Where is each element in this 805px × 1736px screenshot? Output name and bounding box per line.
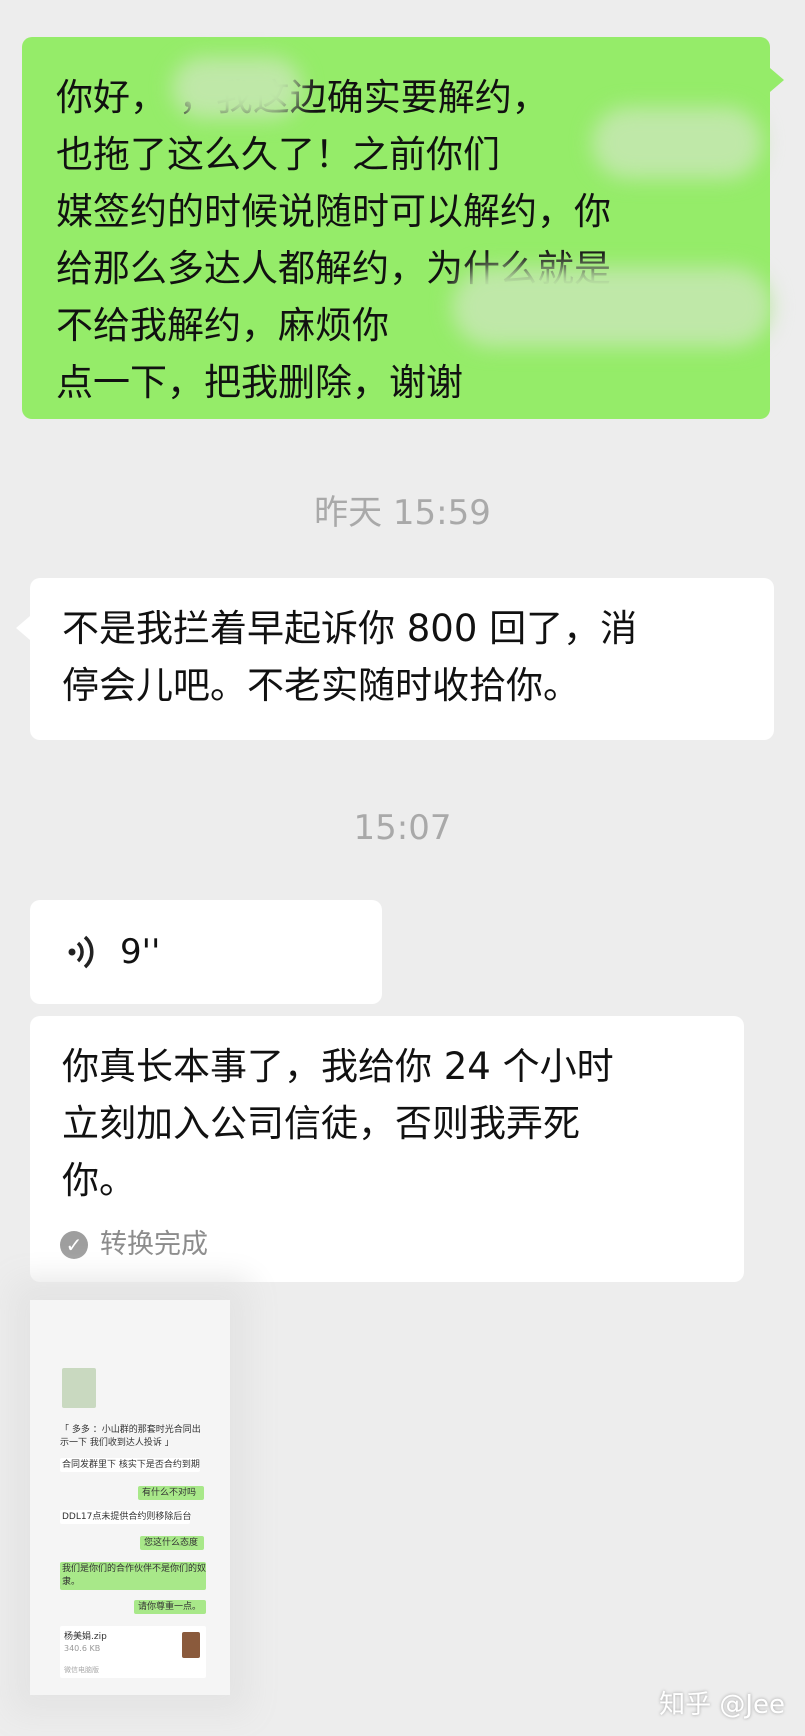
message-line: 你。 <box>62 1159 136 1202</box>
message-line: 媒签约的时候说随时可以解约，你 <box>56 190 611 233</box>
message-line: 立刻加入公司信徒，否则我弄死 <box>62 1102 580 1145</box>
message-line: 停会儿吧。不老实随时收拾你。 <box>62 664 580 707</box>
redaction-blur <box>452 267 772 347</box>
voice-message-bubble[interactable]: 9'' <box>30 900 382 1004</box>
thumb-text: 您这什么态度 <box>144 1538 199 1548</box>
thumb-text: 示一下 我们收到达人投诉 」 <box>60 1438 174 1448</box>
message-line: 点一下，把我删除，谢谢 <box>56 361 463 404</box>
bubble-tail <box>770 68 784 92</box>
redaction-blur <box>172 57 302 119</box>
thumb-file-name: 杨美娟.zip <box>64 1632 107 1642</box>
check-circle-icon: ✓ <box>60 1230 88 1259</box>
conversion-status-label: 转换完成 <box>100 1229 208 1260</box>
thumb-text: DDL17点未提供合约则移除后台 <box>62 1512 192 1522</box>
thumb-text: 隶。 <box>62 1577 81 1587</box>
bubble-tail <box>16 616 30 640</box>
timestamp: 昨天 15:59 <box>314 493 491 533</box>
thumb-file-size: 340.6 KB <box>64 1644 101 1653</box>
thumb-text: 我们是你们的合作伙伴不是你们的奴 <box>62 1564 207 1574</box>
zip-file-icon <box>182 1632 200 1658</box>
timestamp: 15:07 <box>353 808 452 848</box>
thumb-text: 「 多多 ：小山群的那套时光合同出 <box>60 1425 201 1435</box>
message-line: 你真长本事了，我给你 24 个小时 <box>62 1045 614 1088</box>
zhihu-watermark: 知乎 @Jee <box>659 1690 785 1720</box>
message-line: 不是我拦着早起诉你 800 回了，消 <box>62 607 638 650</box>
thumb-text: 请你尊重一点。 <box>138 1602 202 1612</box>
voice-wave-icon <box>68 935 94 969</box>
image-message-thumbnail[interactable]: 「 多多 ：小山群的那套时光合同出 示一下 我们收到达人投诉 」 合同发群里下 … <box>30 1300 230 1695</box>
thumb-footer: 微信电脑版 <box>64 1666 99 1674</box>
conversion-status: ✓ 转换完成 <box>60 1216 208 1273</box>
thumb-text: 合同发群里下 核实下是否合约到期 <box>62 1460 200 1470</box>
redaction-blur <box>592 107 762 179</box>
voice-transcript-bubble[interactable]: 你真长本事了，我给你 24 个小时 立刻加入公司信徒，否则我弄死 你。 ✓ 转换… <box>30 1016 744 1282</box>
voice-duration: 9'' <box>120 932 161 972</box>
thumb-image-block <box>62 1368 96 1408</box>
received-message-bubble[interactable]: 不是我拦着早起诉你 800 回了，消 停会儿吧。不老实随时收拾你。 <box>30 578 774 740</box>
thumb-text: 有什么不对吗 <box>142 1488 197 1498</box>
sent-message-bubble[interactable]: 你好， ，我这边确实要解约， 也拖了这么久了！之前你们 媒签约的时候说随时可以解… <box>22 37 772 419</box>
